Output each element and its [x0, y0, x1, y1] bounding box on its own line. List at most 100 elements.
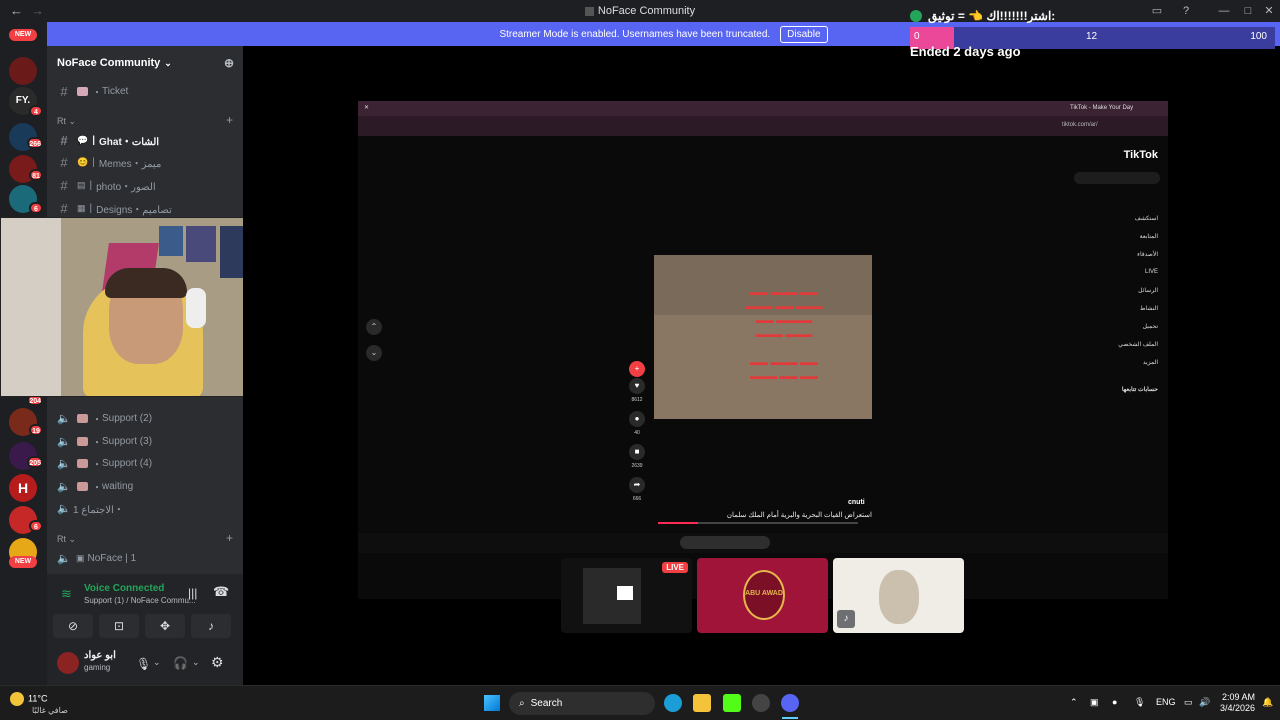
server-header[interactable]: NoFace Community ⌄ ⊕ — [47, 46, 243, 80]
clock[interactable]: 2:09 AM 3/4/2026 — [1215, 692, 1255, 714]
taskbar-search[interactable]: ⌕ Search — [509, 692, 655, 715]
disable-streamer-mode-button[interactable]: Disable — [780, 25, 828, 43]
obs-icon[interactable] — [752, 694, 770, 712]
speaker-icon: 🔈 — [57, 502, 71, 515]
inbox-icon[interactable]: ▭ — [1150, 4, 1164, 18]
tray-app-icon[interactable]: ● — [1112, 697, 1117, 707]
tiktok-menu-item: تحميل — [1142, 324, 1158, 330]
video-caption: استعراض القيات البحرية والبرية أمام المل… — [726, 512, 872, 519]
hash-icon: # — [60, 177, 68, 193]
poll-right-value: 100 — [1250, 31, 1267, 42]
speaker-icon: 🔈 — [57, 457, 71, 470]
close-icon: ✕ — [364, 105, 370, 111]
image-icon: ▤ — [77, 179, 86, 190]
channel-label: waiting — [102, 480, 134, 492]
user-name[interactable]: ابو عواد — [84, 650, 116, 661]
shared-taskbar — [358, 533, 1168, 553]
webcam-person-hair — [105, 268, 187, 298]
poll-left-value: 0 — [914, 31, 920, 42]
channel-photo[interactable]: # ▤ | photo・الصور — [55, 175, 241, 195]
channel-ticket[interactable]: # ・ Ticket — [55, 81, 241, 101]
video-overlay-text: ▬▬ ▬▬▬ ▬▬ ▬▬▬ ▬▬ ▬▬▬ ▬▬ ▬▬▬▬ ▬▬▬ ▬▬▬ ▬▬ ▬▬▬ … — [745, 287, 823, 381]
channel-prefix: | — [89, 179, 93, 191]
chevron-up-icon[interactable]: ⌃ — [1070, 697, 1078, 708]
chevron-down-icon[interactable]: ⌄ — [192, 657, 200, 668]
network-icon[interactable]: ▭ — [1184, 697, 1193, 708]
channel-designs[interactable]: # ▦ | Designs・تصاميم — [55, 198, 241, 218]
stream-thumbnail-live[interactable]: LIVE — [561, 558, 692, 633]
shares-count: 666 — [632, 496, 642, 502]
hash-icon: # — [60, 200, 68, 216]
channel-prefix: | — [92, 156, 95, 168]
clock-time: 2:09 AM — [1221, 692, 1255, 702]
voice-panel: ≋ Voice Connected Support (1) / NoFace C… — [47, 574, 243, 685]
windows-start-icon[interactable] — [484, 695, 500, 711]
microphone-icon[interactable]: 🎙 — [1134, 697, 1145, 708]
file-explorer-icon[interactable] — [693, 694, 711, 712]
voice-channel-support-2[interactable]: 🔈 ・ Support (2) — [55, 408, 241, 428]
voice-channel-support-3[interactable]: 🔈 ・ Support (3) — [55, 431, 241, 451]
maximize-icon[interactable]: □ — [1241, 4, 1255, 18]
channel-ghat[interactable]: # 💬 | Ghat・الشات — [55, 130, 241, 150]
soundboard-icon: ♪ — [208, 619, 214, 633]
participant-tile[interactable]: ♪ — [833, 558, 964, 633]
tiktok-logo: TikTok — [1123, 149, 1158, 161]
server-icon[interactable]: H — [9, 474, 37, 502]
browser-tab-strip: ✕ TikTok - Make Your Day — [358, 101, 1168, 116]
hash-icon: # — [60, 132, 68, 148]
edge-icon[interactable] — [664, 694, 682, 712]
notifications-icon[interactable]: 🔔 — [1262, 697, 1273, 708]
settings-gear-icon[interactable]: ⚙ — [211, 654, 224, 671]
voice-status[interactable]: Voice Connected — [84, 583, 164, 594]
chevron-down-icon[interactable]: ⌄ — [153, 657, 161, 668]
channel-memes[interactable]: # 😊 | Memes・ميمز — [55, 152, 241, 172]
disconnect-icon[interactable]: ☎ — [213, 584, 229, 600]
add-channel-icon[interactable]: + — [226, 113, 233, 127]
stream-stage[interactable]: ✕ TikTok - Make Your Day tiktok.com/ar/ … — [243, 46, 1280, 685]
language-indicator[interactable]: ENG — [1156, 697, 1176, 707]
video-progress-fill — [658, 522, 698, 524]
share-screen-button[interactable]: ⊡ — [99, 614, 139, 638]
new-pill: NEW — [9, 556, 37, 568]
kick-icon[interactable] — [723, 694, 741, 712]
discord-icon[interactable] — [781, 694, 799, 712]
comments-count: 40 — [634, 430, 640, 436]
add-channel-icon[interactable]: + — [226, 531, 233, 545]
category-rt-2[interactable]: Rt ⌄ — [57, 534, 76, 545]
minimize-icon[interactable]: — — [1217, 4, 1231, 18]
soundboard-button[interactable]: ♪ — [191, 614, 231, 638]
poll-status: Ended 2 days ago — [910, 44, 1021, 59]
voice-channel-noface[interactable]: 🔈 ▣ NoFace | 1 — [55, 548, 241, 568]
help-icon[interactable]: ? — [1179, 4, 1193, 18]
speaker-icon: 🔈 — [57, 412, 71, 425]
activities-button[interactable]: ✥ — [145, 614, 185, 638]
voice-channel-info[interactable]: Support (1) / NoFace Commu... — [84, 596, 196, 605]
camera-off-button[interactable]: ⊘ — [53, 614, 93, 638]
microphone-icon[interactable]: 🎙 — [136, 657, 151, 671]
channel-label: Ghat・الشات — [99, 136, 160, 148]
server-icon[interactable] — [9, 57, 37, 85]
window-title: NoFace Community — [0, 5, 1280, 17]
headphones-icon[interactable]: 🎧 — [173, 656, 188, 670]
live-badge: LIVE — [662, 562, 688, 573]
voice-channel-waiting[interactable]: 🔈 ・ waiting — [55, 476, 241, 496]
tiktok-menu-item: LIVE — [1144, 269, 1158, 275]
hash-icon: # — [60, 83, 68, 99]
participant-tile-abu-awad[interactable]: ABU AWAD — [697, 558, 828, 633]
volume-icon[interactable]: 🔊 — [1199, 697, 1210, 708]
avatar[interactable] — [57, 652, 79, 674]
voice-channel-support-4[interactable]: 🔈 ・ Support (4) — [55, 453, 241, 473]
signal-icon[interactable]: ≋ — [61, 586, 72, 602]
invite-people-icon[interactable]: ⊕ — [224, 56, 234, 70]
category-rt[interactable]: Rt ⌄ — [57, 116, 76, 127]
tray-app-icon[interactable]: ▣ — [1090, 697, 1099, 708]
voice-channel-meeting[interactable]: 🔈 1 الاجتماع・ — [55, 498, 241, 518]
server-favicon-icon — [584, 6, 594, 16]
webcam-door — [1, 218, 61, 396]
chevron-down-icon: ⌄ — [366, 345, 382, 361]
close-icon[interactable]: ✕ — [1262, 4, 1276, 18]
video-author: cnuti — [848, 499, 865, 506]
noise-suppression-icon[interactable]: ||| — [188, 586, 197, 600]
channel-label: 1 الاجتماع・ — [73, 504, 124, 516]
weather-widget[interactable]: 11°C صافي غالبًا — [10, 692, 68, 715]
